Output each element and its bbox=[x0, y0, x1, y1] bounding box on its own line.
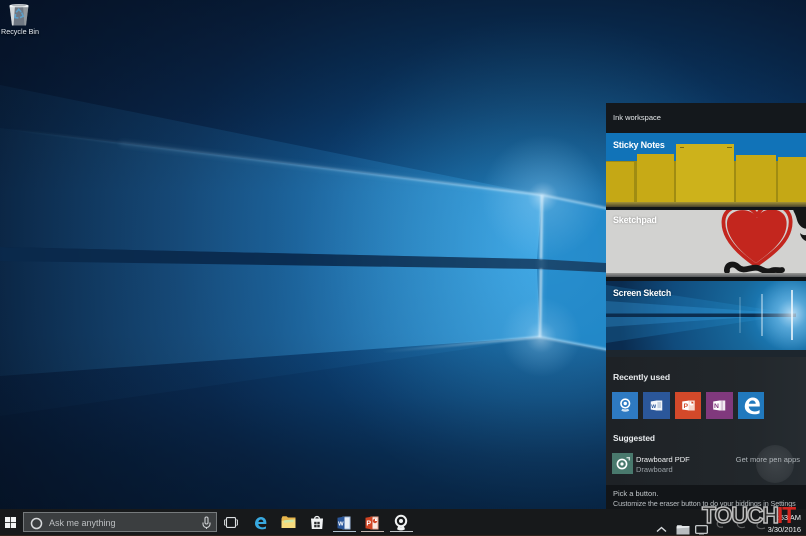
svg-text:P: P bbox=[366, 520, 371, 527]
svg-text:N: N bbox=[714, 403, 719, 410]
svg-text:w: w bbox=[337, 520, 344, 527]
svg-text:P: P bbox=[683, 403, 688, 410]
svg-text:w: w bbox=[650, 403, 656, 410]
